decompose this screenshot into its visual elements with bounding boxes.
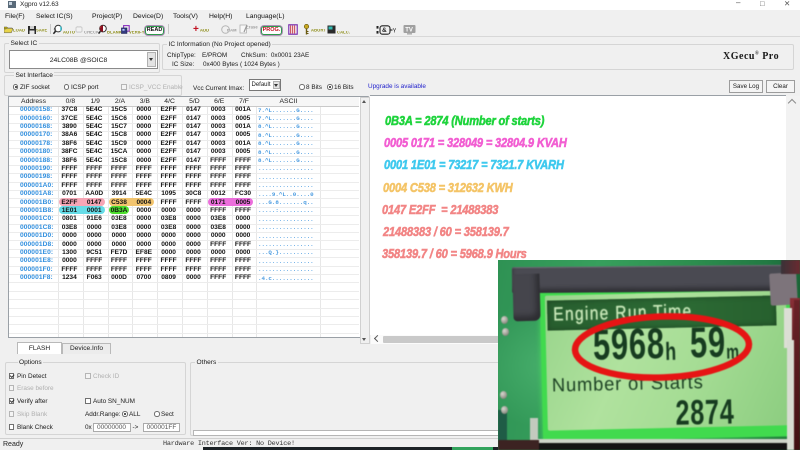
svg-text:TV: TV bbox=[405, 27, 413, 33]
svg-text:Y: Y bbox=[393, 28, 397, 34]
svg-text:&: & bbox=[382, 27, 387, 34]
